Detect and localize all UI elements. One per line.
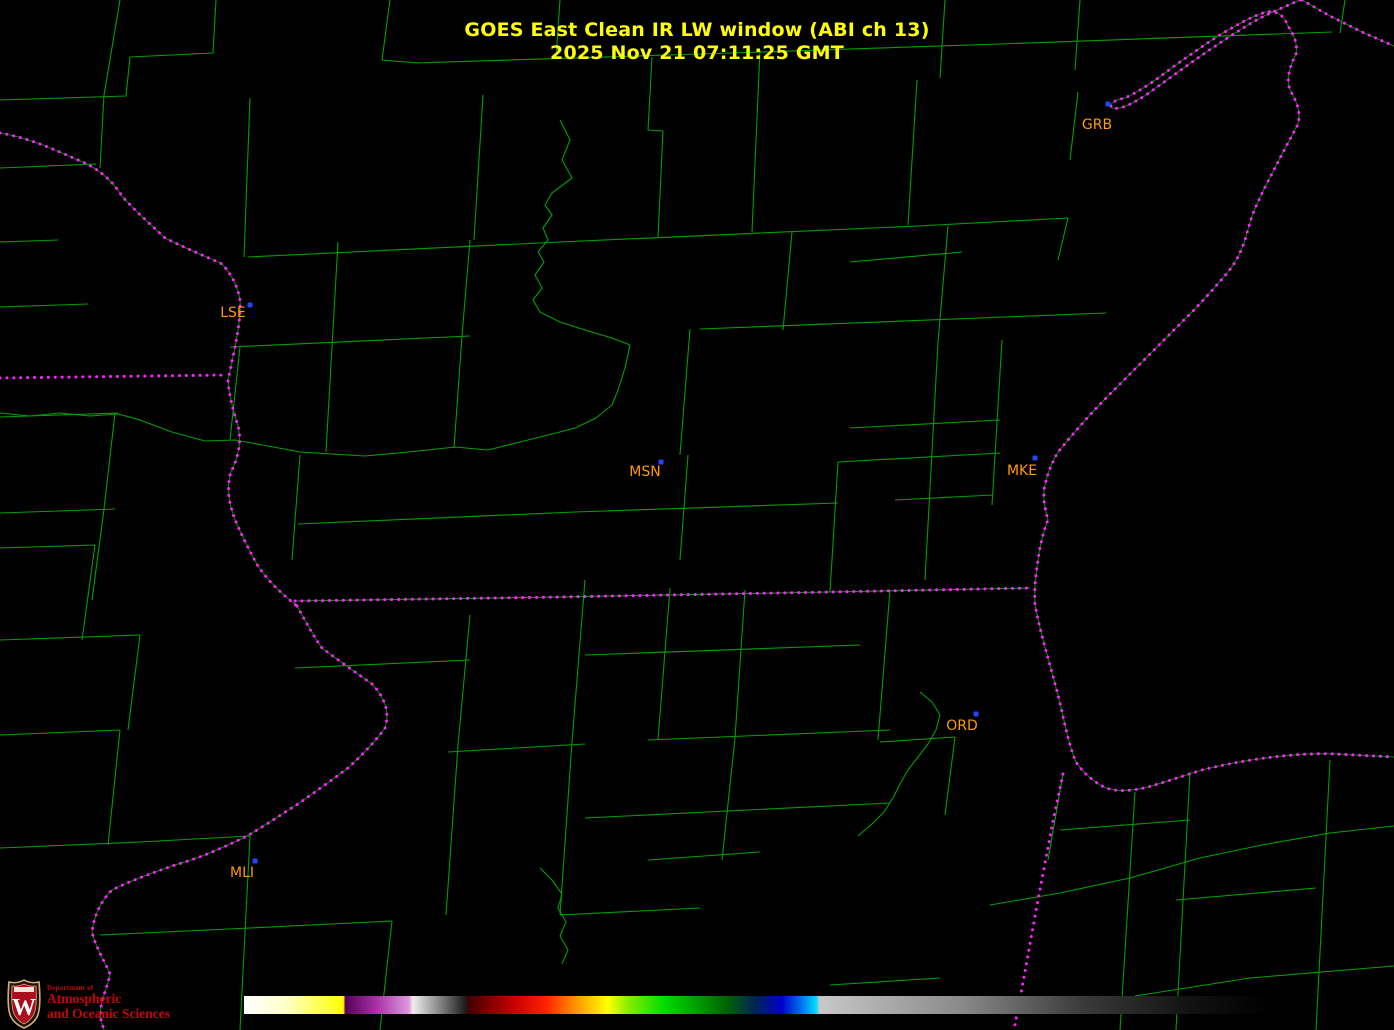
station-dot-lse: [247, 302, 253, 308]
station-label-lse: LSE: [220, 305, 246, 321]
image-title: GOES East Clean IR LW window (ABI ch 13)…: [0, 19, 1394, 65]
station-label-mli: MLI: [229, 865, 255, 881]
logo-line-1: Atmospheric: [47, 991, 122, 1007]
station-dot-mke: [1032, 455, 1038, 461]
logo-line-2: and Oceanic Sciences: [47, 1005, 170, 1021]
station-label-grb: GRB: [1081, 117, 1113, 133]
station-label-mke: MKE: [1006, 463, 1038, 479]
county-boundary-lines: [0, 0, 1394, 1030]
illinois-indiana-border: [1012, 772, 1065, 1030]
mississippi-river-lower: [90, 604, 389, 1030]
station-dot-msn: [658, 459, 664, 465]
iowa-minnesota-border: [0, 373, 228, 380]
logo-text: Department of Atmospheric and Oceanic Sc…: [47, 984, 170, 1021]
station-dot-grb: [1105, 101, 1111, 107]
svg-text:W: W: [12, 995, 36, 1021]
temperature-colorbar: [244, 996, 1268, 1014]
mississippi-river-upper: [0, 131, 299, 608]
title-line-2: 2025 Nov 21 07:11:25 GMT: [550, 42, 844, 64]
satellite-viewer: GOES East Clean IR LW window (ABI ch 13)…: [0, 0, 1394, 1030]
station-label-ord: ORD: [946, 718, 978, 734]
uw-crest-icon: W: [7, 979, 41, 1029]
uw-aos-logo: W Department of Atmospheric and Oceanic …: [6, 979, 170, 1029]
satellite-map: [0, 0, 1394, 1030]
station-dot-mli: [252, 858, 258, 864]
station-label-msn: MSN: [629, 464, 661, 480]
station-dot-ord: [973, 711, 979, 717]
title-line-1: GOES East Clean IR LW window (ABI ch 13): [464, 19, 930, 41]
